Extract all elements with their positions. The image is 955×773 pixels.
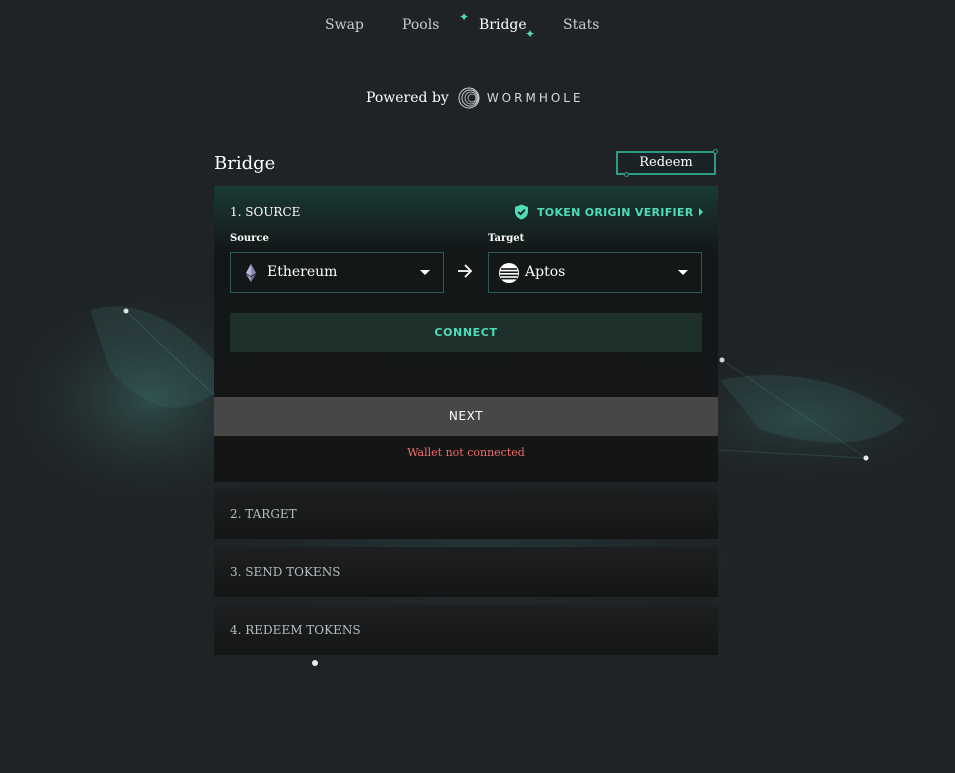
arrow-right-icon (458, 264, 473, 278)
source-label: Source (230, 233, 269, 244)
step-target[interactable]: 2. TARGET (214, 489, 718, 539)
aptos-icon (499, 263, 519, 283)
redeem-button[interactable]: Redeem (616, 151, 716, 175)
step-send-tokens[interactable]: 3. SEND TOKENS (214, 547, 718, 597)
sparkle-icon: ✦ (459, 10, 470, 24)
wormhole-brand: WORMHOLE (486, 91, 584, 105)
source-chain-select[interactable]: Ethereum (230, 252, 444, 293)
wallet-error-text: Wallet not connected (407, 446, 525, 459)
target-chain-value: Aptos (525, 264, 566, 280)
top-nav: Swap Pools Bridge Stats ✦ ✦ (0, 10, 955, 41)
nav-item-pools[interactable]: Pools (402, 17, 439, 33)
shield-check-icon (515, 204, 528, 220)
step-label: 2. TARGET (230, 507, 297, 521)
step-redeem-tokens[interactable]: 4. REDEEM TOKENS (214, 605, 718, 655)
redeem-corner-dot (713, 149, 718, 154)
source-chain-value: Ethereum (267, 264, 338, 280)
target-chain-select[interactable]: Aptos (488, 252, 702, 293)
chevron-down-icon (420, 270, 430, 275)
nav-item-swap[interactable]: Swap (325, 17, 364, 33)
chevron-right-icon (699, 208, 704, 216)
source-step-title: 1. SOURCE (230, 205, 301, 219)
powered-by: Powered by WORMHOLE (366, 86, 584, 110)
nav-item-stats[interactable]: Stats (563, 17, 599, 33)
step-label: 4. REDEEM TOKENS (230, 623, 361, 637)
next-button[interactable]: NEXT (214, 397, 718, 436)
sparkle-icon: ✦ (525, 27, 536, 41)
connect-button[interactable]: CONNECT (230, 313, 702, 352)
nav-item-bridge[interactable]: Bridge (479, 17, 527, 33)
chevron-down-icon (678, 270, 688, 275)
powered-by-label: Powered by (366, 90, 449, 106)
token-origin-verifier-link[interactable]: TOKEN ORIGIN VERIFIER (514, 203, 704, 221)
page-title: Bridge (214, 153, 276, 174)
redeem-corner-dot (624, 172, 629, 177)
step-label: 3. SEND TOKENS (230, 565, 341, 579)
ethereum-icon (246, 264, 256, 282)
verifier-label: TOKEN ORIGIN VERIFIER (537, 205, 694, 219)
wormhole-logo-icon (458, 87, 480, 109)
target-label: Target (488, 233, 525, 244)
